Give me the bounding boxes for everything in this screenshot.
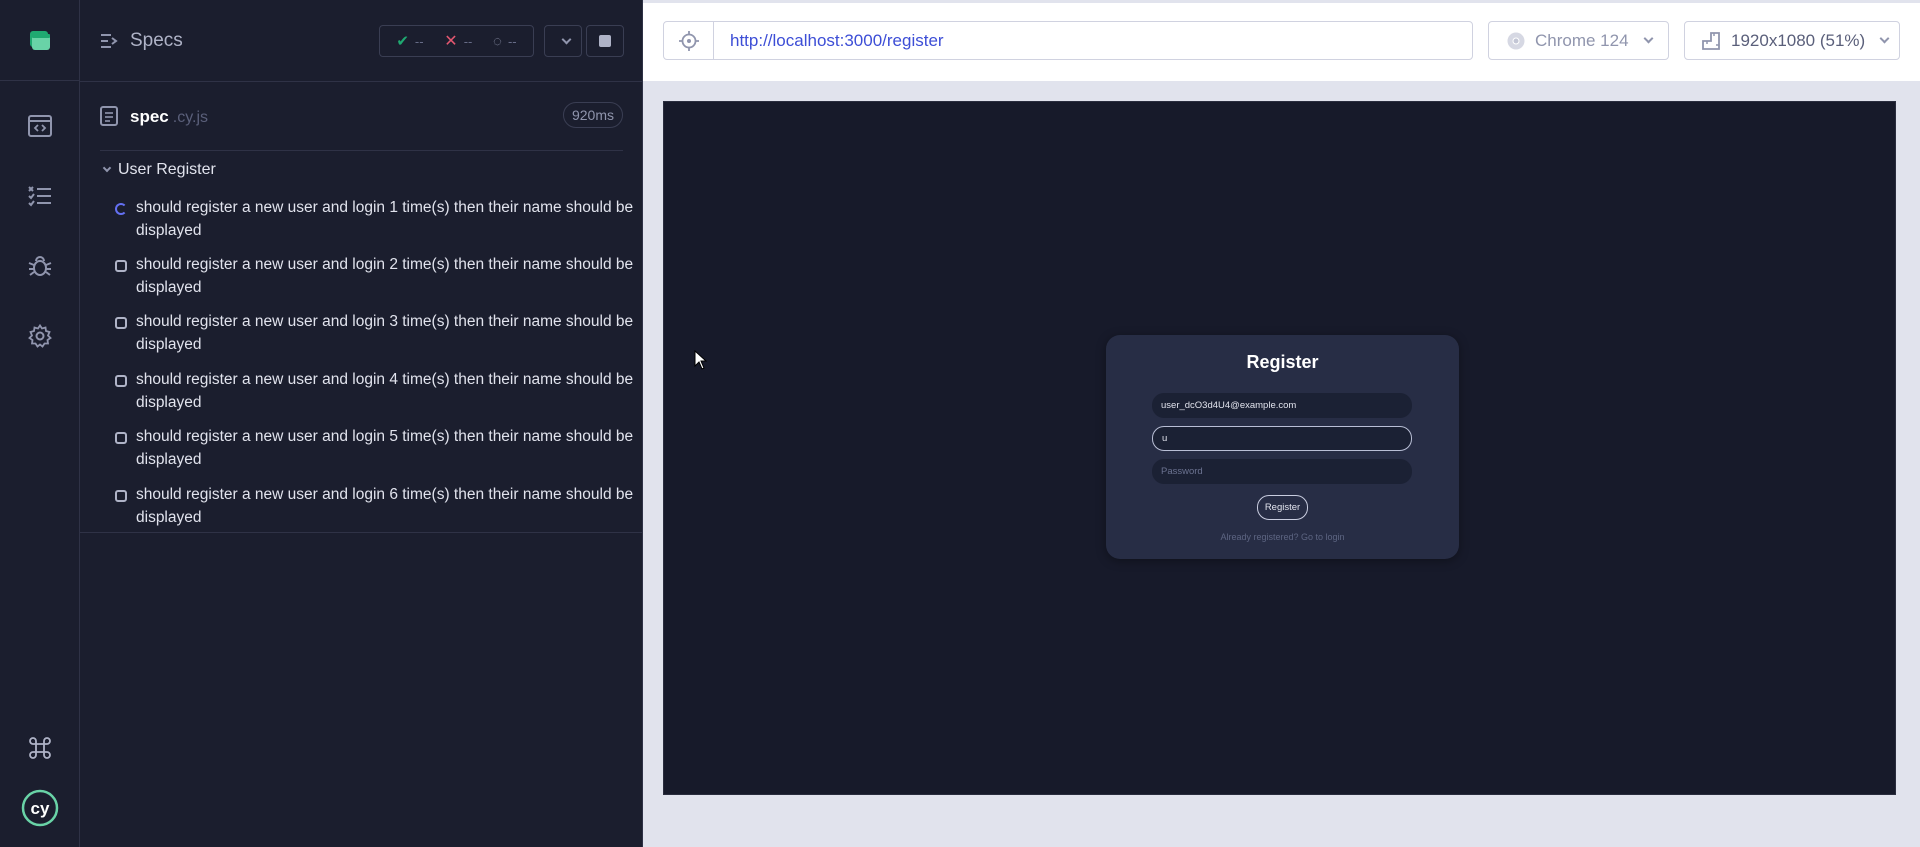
runs-nav-icon[interactable]: [20, 176, 60, 216]
crosshair-icon: [678, 30, 699, 51]
project-icon[interactable]: [20, 20, 60, 60]
queued-square-icon: [115, 490, 127, 502]
register-heading: Register: [1246, 352, 1319, 372]
test-title: should register a new user and login 4 t…: [136, 371, 634, 411]
keyboard-shortcuts-icon[interactable]: [20, 728, 60, 768]
command-log-panel: Specs ✔ -- ✕ -- ◌ -- spec .cy.js 920ms User: [80, 0, 643, 847]
test-title: should register a new user and login 1 t…: [136, 199, 634, 239]
name-field[interactable]: u: [1152, 426, 1412, 451]
stop-icon: [599, 35, 611, 47]
pending-count: --: [507, 33, 517, 49]
suite-divider: [80, 532, 643, 533]
queued-square-icon: [115, 260, 127, 272]
app-under-test-area: http://localhost:3000/register Chrome 12…: [643, 0, 1920, 847]
svg-text:cy: cy: [31, 799, 50, 818]
pending-stat: ◌ --: [493, 33, 517, 50]
test-item[interactable]: should register a new user and login 3 t…: [80, 310, 643, 360]
browser-label: Chrome 124: [1535, 30, 1629, 50]
stop-button[interactable]: [586, 25, 624, 57]
running-spinner-icon: [115, 203, 127, 215]
aut-iframe: Register user_dcO3d4U4@example.com u Pas…: [663, 101, 1896, 795]
test-item[interactable]: should register a new user and login 6 t…: [80, 483, 643, 533]
viewport-info[interactable]: 1920x1080 (51%): [1684, 21, 1900, 60]
register-button[interactable]: Register: [1257, 495, 1308, 520]
debug-nav-icon[interactable]: [20, 246, 60, 286]
chevron-down-icon: [102, 163, 112, 173]
queued-square-icon: [115, 317, 127, 329]
specs-label: Specs: [130, 30, 183, 51]
specs-nav-icon[interactable]: [20, 106, 60, 146]
test-title: should register a new user and login 5 t…: [136, 428, 634, 468]
passed-stat: ✔ --: [396, 32, 423, 50]
failed-stat: ✕ --: [444, 31, 472, 51]
queued-square-icon: [115, 432, 127, 444]
password-field[interactable]: Password: [1152, 459, 1412, 484]
side-navigation: cy: [0, 0, 80, 847]
chevron-down-icon: [1879, 33, 1890, 44]
test-title: should register a new user and login 2 t…: [136, 256, 634, 296]
specs-list-toggle[interactable]: Specs: [100, 30, 183, 52]
suite-header[interactable]: User Register: [98, 161, 216, 179]
collapse-all-button[interactable]: [544, 25, 582, 57]
selector-playground-button[interactable]: [664, 22, 714, 59]
check-icon: ✔: [396, 33, 409, 50]
rail-divider: [0, 80, 80, 81]
duration-badge: 920ms: [562, 102, 623, 128]
spec-file-row[interactable]: spec .cy.js 920ms: [80, 96, 643, 150]
failed-count: --: [463, 33, 473, 49]
email-field[interactable]: user_dcO3d4U4@example.com: [1152, 393, 1412, 418]
go-to-login-link[interactable]: Already registered? Go to login: [1106, 532, 1459, 542]
cypress-logo-icon[interactable]: cy: [20, 788, 60, 828]
test-item[interactable]: should register a new user and login 5 t…: [80, 425, 643, 475]
chevron-down-icon: [1643, 33, 1654, 44]
test-title: should register a new user and login 6 t…: [136, 486, 634, 526]
spec-divider: [100, 150, 623, 151]
settings-gear-icon[interactable]: [20, 316, 60, 356]
cypress-runner: cy Specs ✔ -- ✕ -- ◌ -- spec .cy.js 920m…: [0, 0, 1920, 847]
register-card: Register user_dcO3d4U4@example.com u Pas…: [1106, 335, 1459, 559]
test-item[interactable]: should register a new user and login 2 t…: [80, 253, 643, 303]
ruler-icon: [1702, 31, 1720, 50]
spec-filename: spec .cy.js: [130, 107, 208, 127]
url-bar[interactable]: http://localhost:3000/register: [663, 21, 1473, 60]
document-icon: [100, 106, 118, 126]
mouse-cursor-icon: [694, 350, 708, 370]
suite-title: User Register: [118, 161, 216, 178]
passed-count: --: [414, 33, 424, 49]
browser-selector[interactable]: Chrome 124: [1488, 21, 1669, 60]
pending-icon: ◌: [493, 32, 502, 50]
viewport-label: 1920x1080 (51%): [1731, 30, 1866, 50]
queued-square-icon: [115, 375, 127, 387]
chrome-icon: [1507, 32, 1525, 49]
test-item[interactable]: should register a new user and login 4 t…: [80, 368, 643, 418]
spec-basename: spec: [130, 107, 169, 126]
chevron-down-icon: [561, 34, 571, 44]
test-title: should register a new user and login 3 t…: [136, 313, 634, 353]
test-stats: ✔ -- ✕ -- ◌ --: [379, 25, 534, 57]
aut-header: http://localhost:3000/register Chrome 12…: [643, 3, 1920, 81]
x-icon: ✕: [444, 33, 458, 50]
sidebar-toggle-icon: [101, 34, 118, 48]
test-item[interactable]: should register a new user and login 1 t…: [80, 196, 643, 246]
spec-extension: .cy.js: [172, 109, 209, 126]
url-text[interactable]: http://localhost:3000/register: [730, 31, 944, 51]
reporter-header: Specs ✔ -- ✕ -- ◌ --: [80, 0, 643, 82]
